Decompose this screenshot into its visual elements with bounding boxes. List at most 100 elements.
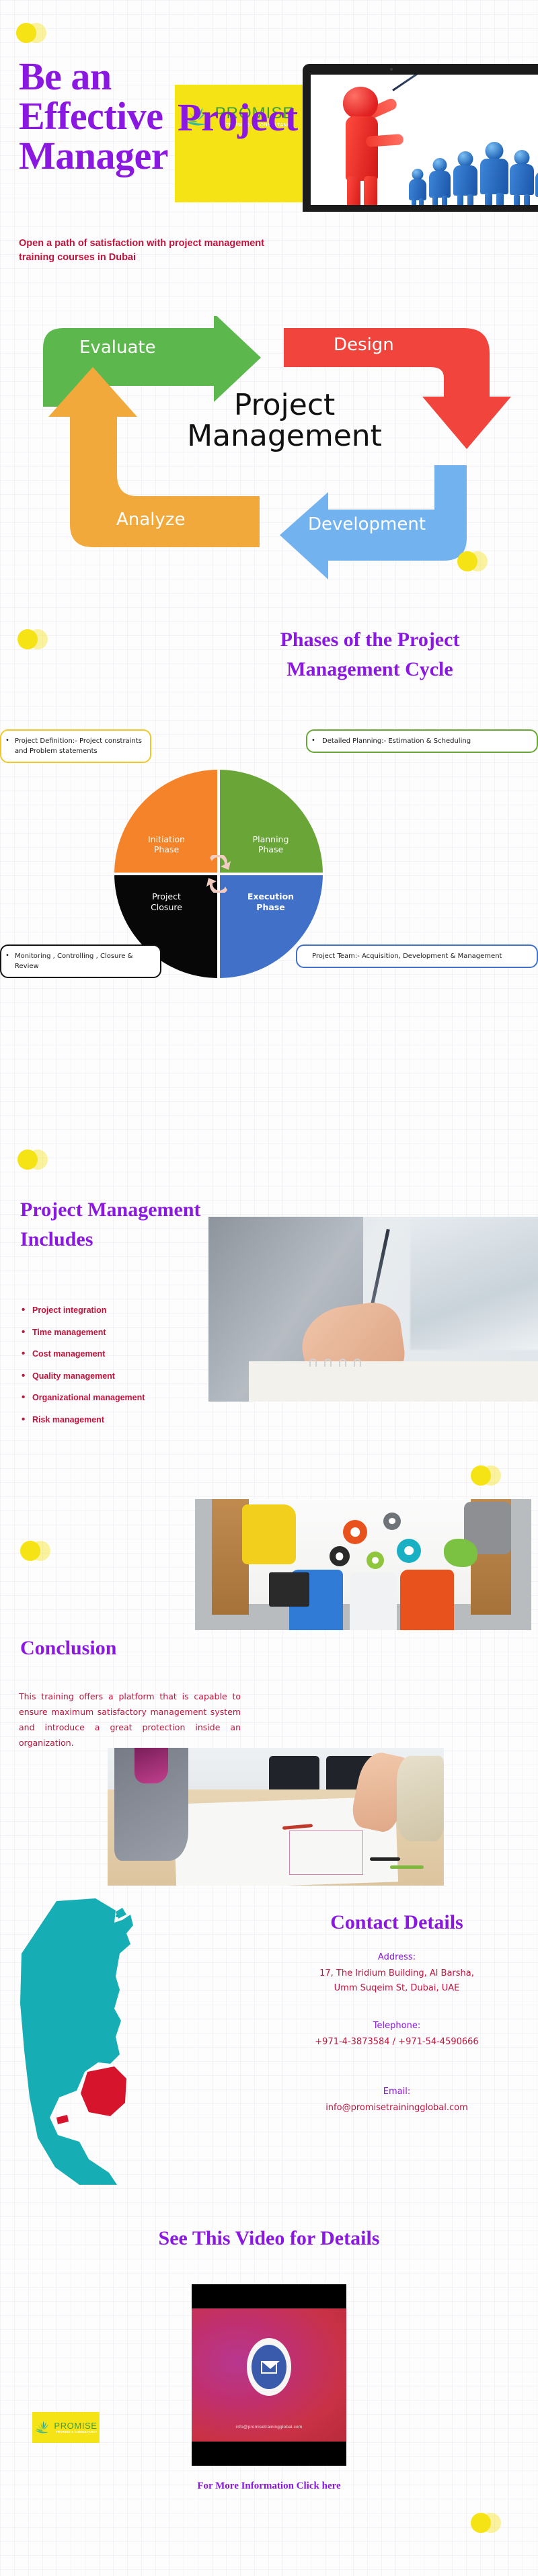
- callout-execution: Project Team:- Acquisition, Development …: [296, 944, 538, 968]
- gear-icon: [330, 1546, 350, 1567]
- presenter-arm-forward: [365, 134, 404, 147]
- email-value[interactable]: info@promisetrainingglobal.com: [269, 2101, 525, 2116]
- presenter-head: [343, 87, 378, 119]
- video-thumbnail[interactable]: info@promisetrainingglobal.com: [192, 2308, 346, 2442]
- envelope-icon: [261, 2360, 280, 2374]
- presenter-leg-left: [347, 176, 360, 205]
- bullet-icon: •: [5, 737, 9, 744]
- image-person-orange: [400, 1570, 454, 1630]
- image-person-white: [350, 1572, 397, 1630]
- audience-body: [510, 164, 534, 195]
- gear-icon: [397, 1538, 421, 1563]
- meeting-image: [108, 1748, 444, 1886]
- list-item: Cost management: [22, 1348, 304, 1359]
- hero-section: PROMISE TRAINING & CONSULTANCY Be an Eff…: [0, 0, 538, 269]
- quadrant-label-line2: Phase: [256, 901, 285, 912]
- uae-map-icon: [20, 1898, 133, 2185]
- gear-icon: [367, 1552, 384, 1569]
- image-marker: [390, 1865, 424, 1869]
- conclusion-body: This training offers a platform that is …: [19, 1691, 241, 1748]
- laptop-screen: [311, 75, 538, 205]
- presenter-body: [346, 116, 378, 181]
- audience-leg: [441, 196, 447, 205]
- dot-translucent: [481, 1465, 501, 1486]
- decorative-dots: [471, 2513, 502, 2533]
- contact-address-block: Address: 17, The Iridium Building, Al Ba…: [269, 1949, 525, 1997]
- list-item: Risk management: [22, 1414, 304, 1425]
- audience-body: [429, 171, 451, 198]
- video-player[interactable]: info@promisetrainingglobal.com: [192, 2284, 346, 2466]
- callout-text: Monitoring , Controlling , Closure & Rev…: [15, 953, 133, 970]
- cycle-diagram: Evaluate Design Development Analyze Proj…: [12, 313, 523, 585]
- map-dot: [108, 1958, 110, 1960]
- title-overlay-word: Project: [178, 95, 299, 139]
- phases-heading: Phases of the Project Management Cycle: [222, 625, 518, 684]
- audience-body: [453, 165, 477, 196]
- mail-circle: [252, 2345, 286, 2390]
- audience-leg: [432, 196, 438, 205]
- dot-translucent: [28, 629, 48, 649]
- hero-subtitle: Open a path of satisfaction with project…: [19, 238, 264, 264]
- audience-figure: [510, 150, 534, 205]
- audience-head: [485, 142, 504, 160]
- cycle-step-label-evaluate: Evaluate: [79, 337, 156, 358]
- phases-section: Phases of the Project Management Cycle •…: [0, 592, 538, 1123]
- audience-leg: [496, 193, 504, 205]
- footer-brand-logo: PROMISE TRAINING & CONSULTANCY: [32, 2412, 100, 2443]
- quadrant-label-line2: Phase: [153, 844, 180, 855]
- callout-text: Detailed Planning:- Estimation & Schedul…: [322, 737, 471, 745]
- image-background-blur: [410, 1217, 538, 1350]
- cycle-step-label-design: Design: [334, 335, 394, 355]
- dot-translucent: [467, 551, 488, 571]
- quadrant-label: Initiation Phase: [114, 834, 219, 855]
- includes-section: Project Management Includes Project inte…: [0, 1136, 538, 1499]
- decorative-dots: [17, 1150, 48, 1170]
- phases-heading-line1: Phases of the Project: [280, 629, 460, 651]
- cycle-diagram-section: Evaluate Design Development Analyze Proj…: [0, 313, 538, 585]
- audience-leg: [467, 194, 474, 205]
- contact-heading: Contact Details: [330, 1911, 463, 1933]
- more-information-link[interactable]: For More Information Click here: [67, 2481, 471, 2492]
- audience-leg: [523, 194, 531, 205]
- callout-text: Project Definition:- Project constraints…: [15, 737, 142, 755]
- cycle-step-label-development: Development: [308, 514, 426, 534]
- image-arm-far-right: [397, 1756, 444, 1842]
- image-scarf: [134, 1748, 168, 1784]
- map-dot: [116, 1915, 118, 1917]
- conclusion-heading: Conclusion: [20, 1637, 117, 1659]
- gear-icon: [343, 1520, 367, 1545]
- map-highlight-small: [56, 2115, 69, 2124]
- map-landmass: [20, 1898, 133, 2185]
- contact-phone-block: Telephone: +971-4-3873584 / +971-54-4590…: [269, 2018, 525, 2050]
- decorative-dots: [17, 629, 48, 649]
- cycle-step-label-analyze: Analyze: [116, 510, 186, 530]
- ring: [354, 1358, 361, 1367]
- video-section: See This Video for Details info@promiset…: [0, 2218, 538, 2576]
- mail-badge: [247, 2338, 291, 2397]
- list-item: Project integration: [22, 1304, 304, 1316]
- dot-translucent: [30, 1541, 50, 1561]
- title-line-3: Manager: [19, 134, 169, 178]
- audience-head: [457, 151, 473, 167]
- bullet-icon: •: [5, 952, 9, 959]
- audience-body: [409, 179, 426, 200]
- audience-leg: [513, 194, 521, 205]
- phases-quadrant-diagram: • Project Definition:- Project constrain…: [0, 729, 538, 1072]
- map-dot: [98, 2010, 101, 2013]
- callout-closure: • Monitoring , Controlling , Closure & R…: [0, 944, 161, 978]
- presenter-figure-icon: [334, 75, 429, 205]
- cycle-center-label: Project Management: [184, 390, 385, 452]
- includes-heading-line2: Includes: [20, 1227, 93, 1250]
- ring: [324, 1358, 332, 1367]
- pointer-stick: [392, 75, 429, 91]
- decorative-dots: [16, 23, 47, 43]
- quadrant-label-line2: Phase: [258, 844, 284, 855]
- image-person-yellow: [242, 1504, 296, 1565]
- video-overlay-email: info@promisetrainingglobal.com: [235, 2425, 303, 2429]
- quadrant-label-line1: Planning: [252, 834, 289, 844]
- callout-planning: • Detailed Planning:- Estimation & Sched…: [306, 729, 538, 753]
- telephone-value[interactable]: +971-4-3873584 / +971-54-4590666: [269, 2035, 525, 2050]
- telephone-label: Telephone:: [373, 2021, 421, 2031]
- image-notepad-rings: [309, 1358, 410, 1367]
- quadrant-label-line1: Project: [152, 891, 181, 901]
